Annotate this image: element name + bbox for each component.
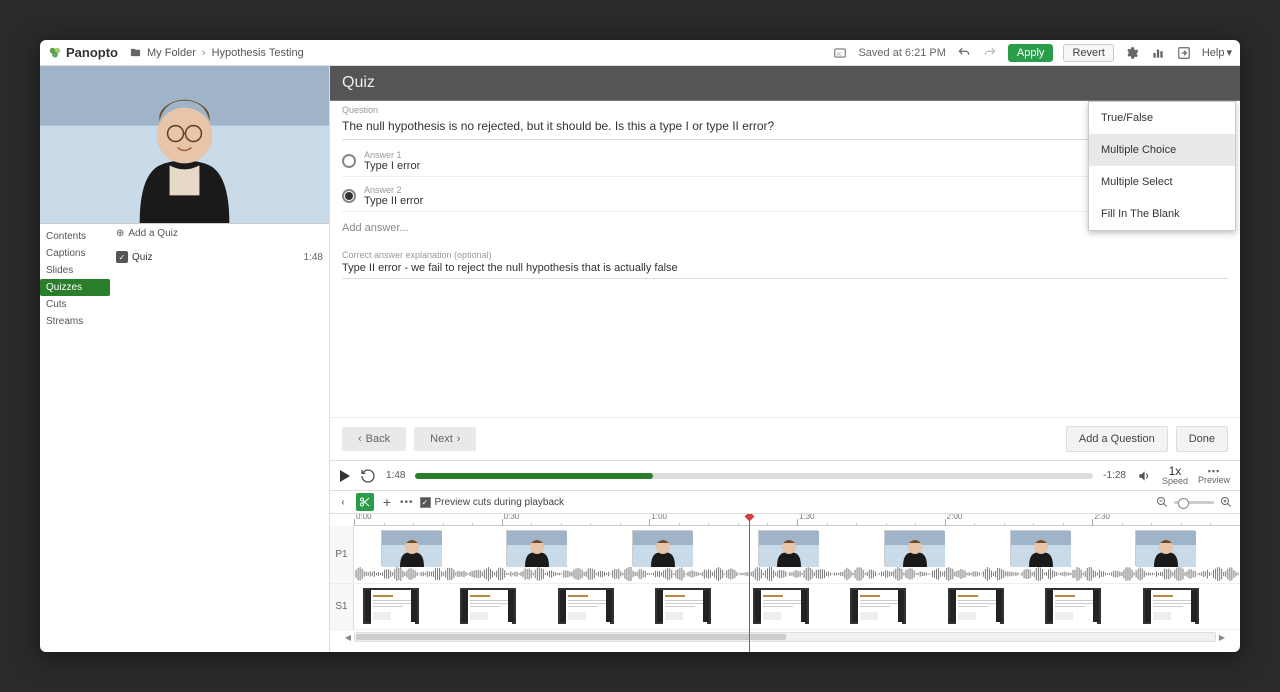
apply-button[interactable]: Apply	[1008, 44, 1054, 62]
track-s1-label: S1	[330, 584, 354, 629]
brand-name: Panopto	[66, 45, 118, 60]
brand-logo[interactable]: Panopto	[48, 45, 118, 60]
remaining-time: -1:28	[1103, 470, 1126, 481]
play-button[interactable]	[340, 470, 350, 482]
gear-icon[interactable]	[1124, 45, 1140, 61]
right-column: Quiz Question The null hypothesis is no …	[330, 66, 1240, 652]
type-multiple-choice[interactable]: Multiple Choice	[1089, 134, 1235, 166]
back-button[interactable]: ‹Back	[342, 427, 406, 451]
preview-toggle[interactable]: ▪▪▪ Preview	[1198, 467, 1230, 485]
playhead[interactable]	[749, 514, 750, 652]
captions-status-icon[interactable]: cc	[832, 45, 848, 61]
topbar: Panopto My Folder › Hypothesis Testing c…	[40, 40, 1240, 66]
zoom-in-icon[interactable]	[1218, 494, 1234, 510]
add-quiz-button[interactable]: ⊕ Add a Quiz	[116, 228, 323, 239]
chevron-down-icon: ▾	[1226, 46, 1232, 59]
redo-icon[interactable]	[982, 45, 998, 61]
breadcrumb-folder[interactable]: My Folder	[147, 47, 196, 59]
question-type-dropdown: True/False Multiple Choice Multiple Sele…	[1088, 101, 1236, 231]
progress-bar[interactable]	[415, 473, 1093, 479]
current-time: 1:48	[386, 470, 405, 481]
timeline-tools: ‹ + ••• ✓ Preview cuts during playback	[330, 491, 1240, 514]
svg-text:cc: cc	[837, 51, 843, 57]
nav-streams[interactable]: Streams	[40, 313, 110, 330]
folder-icon	[130, 47, 141, 58]
add-question-button[interactable]: Add a Question	[1066, 426, 1168, 452]
quiz-footer: ‹Back Next› Add a Question Done	[330, 417, 1240, 461]
answer-2-radio[interactable]	[342, 189, 356, 203]
help-link[interactable]: Help ▾	[1202, 46, 1232, 59]
collapse-icon[interactable]: ‹	[336, 495, 350, 509]
cut-tool[interactable]	[356, 493, 374, 511]
quiz-body: Question The null hypothesis is no rejec…	[330, 101, 1240, 417]
nav-list: Contents Captions Slides Quizzes Cuts St…	[40, 224, 110, 334]
track-p1-content[interactable]	[354, 526, 1240, 583]
revert-button[interactable]: Revert	[1063, 44, 1113, 62]
type-multiple-select[interactable]: Multiple Select	[1089, 166, 1235, 198]
track-s1: S1	[330, 584, 1240, 630]
playbar: 1:48 -1:28 1x Speed ▪▪▪ Preview	[330, 461, 1240, 491]
explanation-label: Correct answer explanation (optional)	[342, 250, 1228, 260]
breadcrumb: My Folder › Hypothesis Testing	[130, 47, 304, 59]
zoom-out-icon[interactable]	[1154, 494, 1170, 510]
check-icon: ✓	[420, 497, 431, 508]
panopto-icon	[48, 46, 62, 60]
track-s1-content[interactable]	[354, 584, 1240, 629]
track-p1-label: P1	[330, 526, 354, 583]
nav-slides[interactable]: Slides	[40, 262, 110, 279]
nav-contents[interactable]: Contents	[40, 228, 110, 245]
left-column: Contents Captions Slides Quizzes Cuts St…	[40, 66, 330, 652]
main-area: Contents Captions Slides Quizzes Cuts St…	[40, 66, 1240, 652]
timeline-ruler[interactable]: 0:000:301:001:302:002:303:00	[354, 514, 1240, 526]
add-quiz-label: Add a Quiz	[128, 228, 177, 239]
quiz-item-label: Quiz	[132, 252, 153, 263]
add-tool[interactable]: +	[380, 495, 394, 509]
type-true-false[interactable]: True/False	[1089, 102, 1235, 134]
nav-quizzes[interactable]: Quizzes	[40, 279, 110, 296]
answer-1-radio[interactable]	[342, 154, 356, 168]
volume-icon[interactable]	[1136, 468, 1152, 484]
rewind-button[interactable]	[360, 468, 376, 484]
zoom-slider[interactable]	[1174, 501, 1214, 504]
track-p1: P1	[330, 526, 1240, 584]
chevron-right-icon: ›	[457, 433, 461, 445]
app-window: Panopto My Folder › Hypothesis Testing c…	[40, 40, 1240, 652]
type-fill-blank[interactable]: Fill In The Blank	[1089, 198, 1235, 230]
stats-icon[interactable]	[1150, 45, 1166, 61]
scroll-thumb[interactable]	[356, 634, 786, 640]
preview-cuts-label: Preview cuts during playback	[435, 497, 565, 508]
next-button[interactable]: Next›	[414, 427, 476, 451]
timeline: 0:000:301:001:302:002:303:00 P1 S1 ◀ ▶	[330, 514, 1240, 652]
quiz-item-time: 1:48	[304, 252, 323, 263]
video-preview[interactable]	[40, 66, 329, 224]
undo-icon[interactable]	[956, 45, 972, 61]
breadcrumb-item[interactable]: Hypothesis Testing	[212, 47, 304, 59]
quiz-header: Quiz	[330, 66, 1240, 101]
preview-cuts-checkbox[interactable]: ✓ Preview cuts during playback	[420, 497, 565, 508]
timeline-scrollbar[interactable]: ◀ ▶	[354, 632, 1216, 642]
speed-control[interactable]: 1x Speed	[1162, 465, 1188, 486]
export-icon[interactable]	[1176, 45, 1192, 61]
explanation-input[interactable]: Type II error - we fail to reject the nu…	[342, 260, 1228, 279]
nav-cuts[interactable]: Cuts	[40, 296, 110, 313]
quiz-list-item[interactable]: ✓ Quiz 1:48	[116, 251, 323, 263]
more-tool[interactable]: •••	[400, 497, 414, 508]
chevron-left-icon: ‹	[358, 433, 362, 445]
quiz-panel: ⊕ Add a Quiz ✓ Quiz 1:48	[110, 224, 329, 334]
done-button[interactable]: Done	[1176, 426, 1228, 452]
scroll-left-icon[interactable]: ◀	[343, 633, 353, 642]
scroll-right-icon[interactable]: ▶	[1217, 633, 1227, 642]
save-status: Saved at 6:21 PM	[858, 47, 945, 59]
chevron-right-icon: ›	[202, 47, 206, 59]
sidebar: Contents Captions Slides Quizzes Cuts St…	[40, 224, 329, 334]
help-label: Help	[1202, 47, 1225, 59]
plus-circle-icon: ⊕	[116, 228, 124, 239]
check-icon: ✓	[116, 251, 128, 263]
nav-captions[interactable]: Captions	[40, 245, 110, 262]
